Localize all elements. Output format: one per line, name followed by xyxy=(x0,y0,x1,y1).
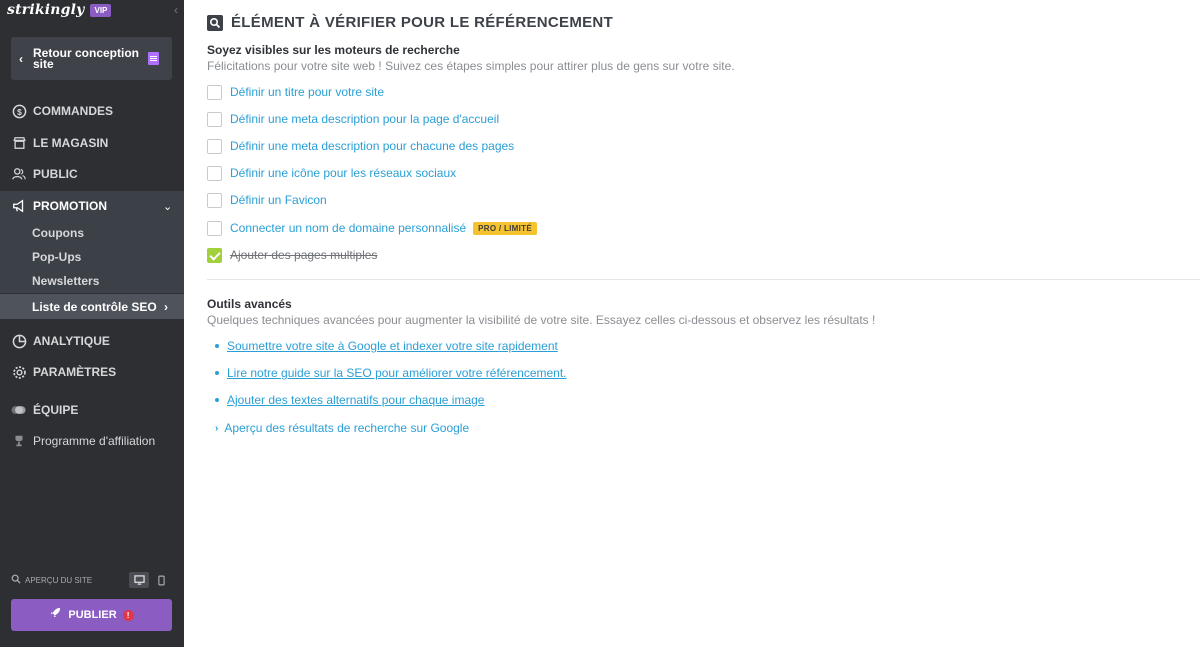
sidebar-item-label: PROMOTION xyxy=(33,199,107,213)
gear-icon xyxy=(11,364,27,380)
google-preview-toggle[interactable]: › Aperçu des résultats de recherche sur … xyxy=(215,421,469,435)
desktop-icon xyxy=(133,575,145,585)
seo-guide-link[interactable]: Lire notre guide sur la SEO pour amélior… xyxy=(227,366,567,380)
checkbox[interactable] xyxy=(207,138,222,154)
checkbox[interactable] xyxy=(207,165,222,181)
sidebar-item-label: ÉQUIPE xyxy=(33,403,79,417)
sidebar-item-orders[interactable]: $ COMMANDES xyxy=(0,96,184,126)
publish-button[interactable]: PUBLIER ! xyxy=(11,599,172,631)
checklist-item[interactable]: Définir une meta description pour la pag… xyxy=(207,111,499,127)
sidebar-subitem-seo-checklist[interactable]: Liste de contrôle SEO › xyxy=(0,294,184,319)
advanced-section-title: Outils avancés xyxy=(207,297,292,311)
site-preview-row: APERÇU DU SITE xyxy=(11,572,172,588)
sidebar-subitem-newsletters[interactable]: Newsletters xyxy=(0,269,184,293)
checklist-item[interactable]: Définir une icône pour les réseaux socia… xyxy=(207,165,456,181)
vip-badge: VIP xyxy=(90,3,112,17)
sidebar-item-label: LE MAGASIN xyxy=(33,136,109,150)
page-title: ÉLÉMENT À VÉRIFIER POUR LE RÉFÉRENCEMENT xyxy=(231,14,614,31)
rocket-icon xyxy=(49,606,62,624)
pro-limited-badge: PRO / LIMITÉ xyxy=(473,221,537,235)
page-header: ÉLÉMENT À VÉRIFIER POUR LE RÉFÉRENCEMENT xyxy=(207,14,613,31)
advanced-link-item: Lire notre guide sur la SEO pour amélior… xyxy=(215,366,567,380)
page-icon xyxy=(148,52,159,65)
strikingly-logo: strikingly xyxy=(7,2,85,18)
checklist-link[interactable]: Définir un Favicon xyxy=(230,193,327,207)
checklist-link[interactable]: Ajouter des pages multiples xyxy=(230,248,377,262)
sidebar-item-affiliate[interactable]: Programme d'affiliation xyxy=(0,426,184,456)
store-icon xyxy=(11,135,27,151)
visibility-section-title: Soyez visibles sur les moteurs de recher… xyxy=(207,43,460,57)
checklist-item[interactable]: Définir un titre pour votre site xyxy=(207,84,384,100)
sidebar-item-analytics[interactable]: ANALYTIQUE xyxy=(0,326,184,356)
site-preview-label[interactable]: APERÇU DU SITE xyxy=(25,576,92,585)
section-divider xyxy=(207,279,1200,280)
sidebar-subitem-label: Coupons xyxy=(32,226,84,240)
brand[interactable]: strikingly VIP xyxy=(7,0,112,20)
sidebar-item-public[interactable]: PUBLIC xyxy=(0,159,184,189)
checklist-item[interactable]: Connecter un nom de domaine personnalisé… xyxy=(207,220,537,236)
sidebar-subitem-label: Newsletters xyxy=(32,274,100,288)
main-content: ÉLÉMENT À VÉRIFIER POUR LE RÉFÉRENCEMENT… xyxy=(184,0,1200,647)
chevron-left-icon: ‹ xyxy=(19,51,23,66)
pie-chart-icon xyxy=(11,333,27,349)
checklist-link[interactable]: Connecter un nom de domaine personnalisé xyxy=(230,221,466,235)
sidebar-item-label: PUBLIC xyxy=(33,167,78,181)
checklist-item[interactable]: Définir une meta description pour chacun… xyxy=(207,138,514,154)
sidebar-item-promotion[interactable]: PROMOTION ⌄ xyxy=(0,191,184,221)
checklist-link[interactable]: Définir une icône pour les réseaux socia… xyxy=(230,166,456,180)
trophy-icon xyxy=(11,433,27,449)
chevron-right-icon: › xyxy=(215,422,219,434)
chevron-down-icon: ⌄ xyxy=(163,200,173,213)
bullet xyxy=(215,344,219,348)
bullet xyxy=(215,398,219,402)
svg-text:$: $ xyxy=(17,106,22,116)
alert-icon: ! xyxy=(122,609,134,621)
checkbox-checked[interactable] xyxy=(207,247,222,263)
sidebar-item-label: PARAMÈTRES xyxy=(33,365,117,379)
checklist-link[interactable]: Définir un titre pour votre site xyxy=(230,85,384,99)
publish-label: PUBLIER xyxy=(68,609,117,621)
advanced-link-item: Soumettre votre site à Google et indexer… xyxy=(215,339,558,353)
sidebar-subitem-label: Liste de contrôle SEO xyxy=(32,299,157,314)
sidebar-subitem-coupons[interactable]: Coupons xyxy=(0,221,184,245)
checklist-item[interactable]: Définir un Favicon xyxy=(207,192,327,208)
mobile-icon xyxy=(157,575,165,585)
back-button-label: Retour conception site xyxy=(33,45,140,71)
checklist-link[interactable]: Définir une meta description pour la pag… xyxy=(230,112,499,126)
advanced-link-item: Ajouter des textes alternatifs pour chaq… xyxy=(215,393,484,407)
sidebar-subitem-popups[interactable]: Pop-Ups xyxy=(0,245,184,269)
sidebar-item-label: Programme d'affiliation xyxy=(33,434,156,448)
checkbox[interactable] xyxy=(207,220,222,236)
bullet xyxy=(215,371,219,375)
seo-search-icon xyxy=(207,14,223,31)
team-icon xyxy=(11,402,27,418)
sidebar-item-team[interactable]: ÉQUIPE xyxy=(0,395,184,425)
sidebar-item-settings[interactable]: PARAMÈTRES xyxy=(0,357,184,387)
checkbox[interactable] xyxy=(207,84,222,100)
advanced-section-subtitle: Quelques techniques avancées pour augmen… xyxy=(207,313,876,327)
visibility-section-subtitle: Félicitations pour votre site web ! Suiv… xyxy=(207,59,735,73)
chevron-left-icon[interactable]: ‹ xyxy=(170,3,182,17)
desktop-preview-button[interactable] xyxy=(129,572,149,588)
megaphone-icon xyxy=(11,198,27,214)
mobile-preview-button[interactable] xyxy=(151,572,171,588)
back-to-design-button[interactable]: ‹ Retour conception site xyxy=(11,37,172,80)
google-preview-label[interactable]: Aperçu des résultats de recherche sur Go… xyxy=(224,421,469,435)
checkbox[interactable] xyxy=(207,111,222,127)
chevron-right-icon: › xyxy=(164,299,168,314)
users-icon xyxy=(11,166,27,182)
sidebar: strikingly VIP ‹ ‹ Retour conception sit… xyxy=(0,0,184,647)
checkbox[interactable] xyxy=(207,192,222,208)
sidebar-item-label: ANALYTIQUE xyxy=(33,334,110,348)
sidebar-item-label: COMMANDES xyxy=(33,104,113,118)
checklist-link[interactable]: Définir une meta description pour chacun… xyxy=(230,139,514,153)
dollar-circle-icon: $ xyxy=(11,103,27,119)
search-icon xyxy=(11,571,21,589)
sidebar-item-store[interactable]: LE MAGASIN xyxy=(0,128,184,158)
google-index-link[interactable]: Soumettre votre site à Google et indexer… xyxy=(227,339,558,353)
checklist-item[interactable]: Ajouter des pages multiples xyxy=(207,247,377,263)
alt-text-link[interactable]: Ajouter des textes alternatifs pour chaq… xyxy=(227,393,484,407)
sidebar-subitem-label: Pop-Ups xyxy=(32,250,82,264)
